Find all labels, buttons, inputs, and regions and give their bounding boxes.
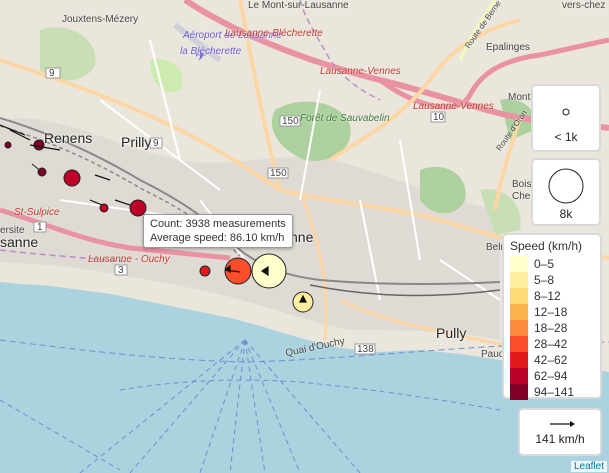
speed-legend-swatch: [510, 304, 528, 320]
speed-legend-swatch: [510, 256, 528, 272]
size-legend-small-label: < 1k: [554, 130, 578, 144]
speed-marker[interactable]: [37, 167, 47, 177]
speed-legend-swatch: [510, 336, 528, 352]
speed-arrow-legend: 141 km/h: [518, 408, 602, 456]
speed-legend-rows: 0–5 5–8 8–12 12–18 18–28 28–42 42–62 62–94 94–14…: [510, 256, 594, 400]
speed-marker[interactable]: [4, 141, 12, 149]
speed-legend-item: 0–5: [510, 256, 594, 272]
speed-legend: Speed (km/h) 0–5 5–8 8–12 12–18 18–28 28–42 42…: [502, 233, 602, 400]
measurement-tooltip: Count: 3938 measurements Average speed: …: [143, 214, 293, 248]
speed-marker[interactable]: [199, 265, 211, 277]
tooltip-average-speed: Average speed: 86.10 km/h: [150, 232, 285, 244]
speed-marker[interactable]: [33, 139, 45, 151]
arrow-icon: [550, 421, 575, 427]
speed-legend-label: 42–62: [534, 353, 568, 367]
tooltip-count: Count: 3938 measurements: [150, 218, 286, 230]
speed-marker[interactable]: [63, 169, 81, 187]
speed-legend-item: 18–28: [510, 320, 594, 336]
speed-legend-swatch: [510, 272, 528, 288]
speed-legend-swatch: [510, 352, 528, 368]
speed-legend-item: 8–12: [510, 288, 594, 304]
speed-marker[interactable]: [251, 253, 287, 289]
speed-legend-item: 5–8: [510, 272, 594, 288]
attribution-link[interactable]: Leaflet: [570, 461, 607, 472]
speed-legend-label: 8–12: [534, 289, 561, 303]
speed-legend-label: 0–5: [534, 257, 555, 271]
small-circle-icon: [562, 108, 570, 116]
speed-arrow-label: 141 km/h: [535, 432, 585, 446]
speed-legend-swatch: [510, 368, 528, 384]
large-circle-icon: [548, 168, 584, 204]
speed-legend-label: 5–8: [534, 273, 555, 287]
speed-legend-swatch: [510, 288, 528, 304]
speed-legend-swatch: [510, 320, 528, 336]
speed-legend-label: 12–18: [534, 305, 568, 319]
speed-legend-item: 62–94: [510, 368, 594, 384]
speed-legend-label: 94–141: [534, 385, 575, 399]
speed-legend-label: 18–28: [534, 321, 568, 335]
speed-legend-title: Speed (km/h): [510, 239, 583, 253]
size-legend-large-label: 8k: [559, 207, 573, 221]
speed-legend-label: 62–94: [534, 369, 568, 383]
speed-legend-item: 94–141: [510, 384, 594, 400]
size-legend-large: 8k: [531, 158, 601, 226]
speed-legend-item: 12–18: [510, 304, 594, 320]
size-legend-small: < 1k: [531, 84, 601, 152]
speed-legend-label: 28–42: [534, 337, 568, 351]
speed-legend-item: 42–62: [510, 352, 594, 368]
map[interactable]: ✈ 9 150 150 10 9 3 138 1 Jouxtens-Mézery…: [0, 0, 609, 473]
speed-legend-item: 28–42: [510, 336, 594, 352]
speed-legend-swatch: [510, 384, 528, 400]
